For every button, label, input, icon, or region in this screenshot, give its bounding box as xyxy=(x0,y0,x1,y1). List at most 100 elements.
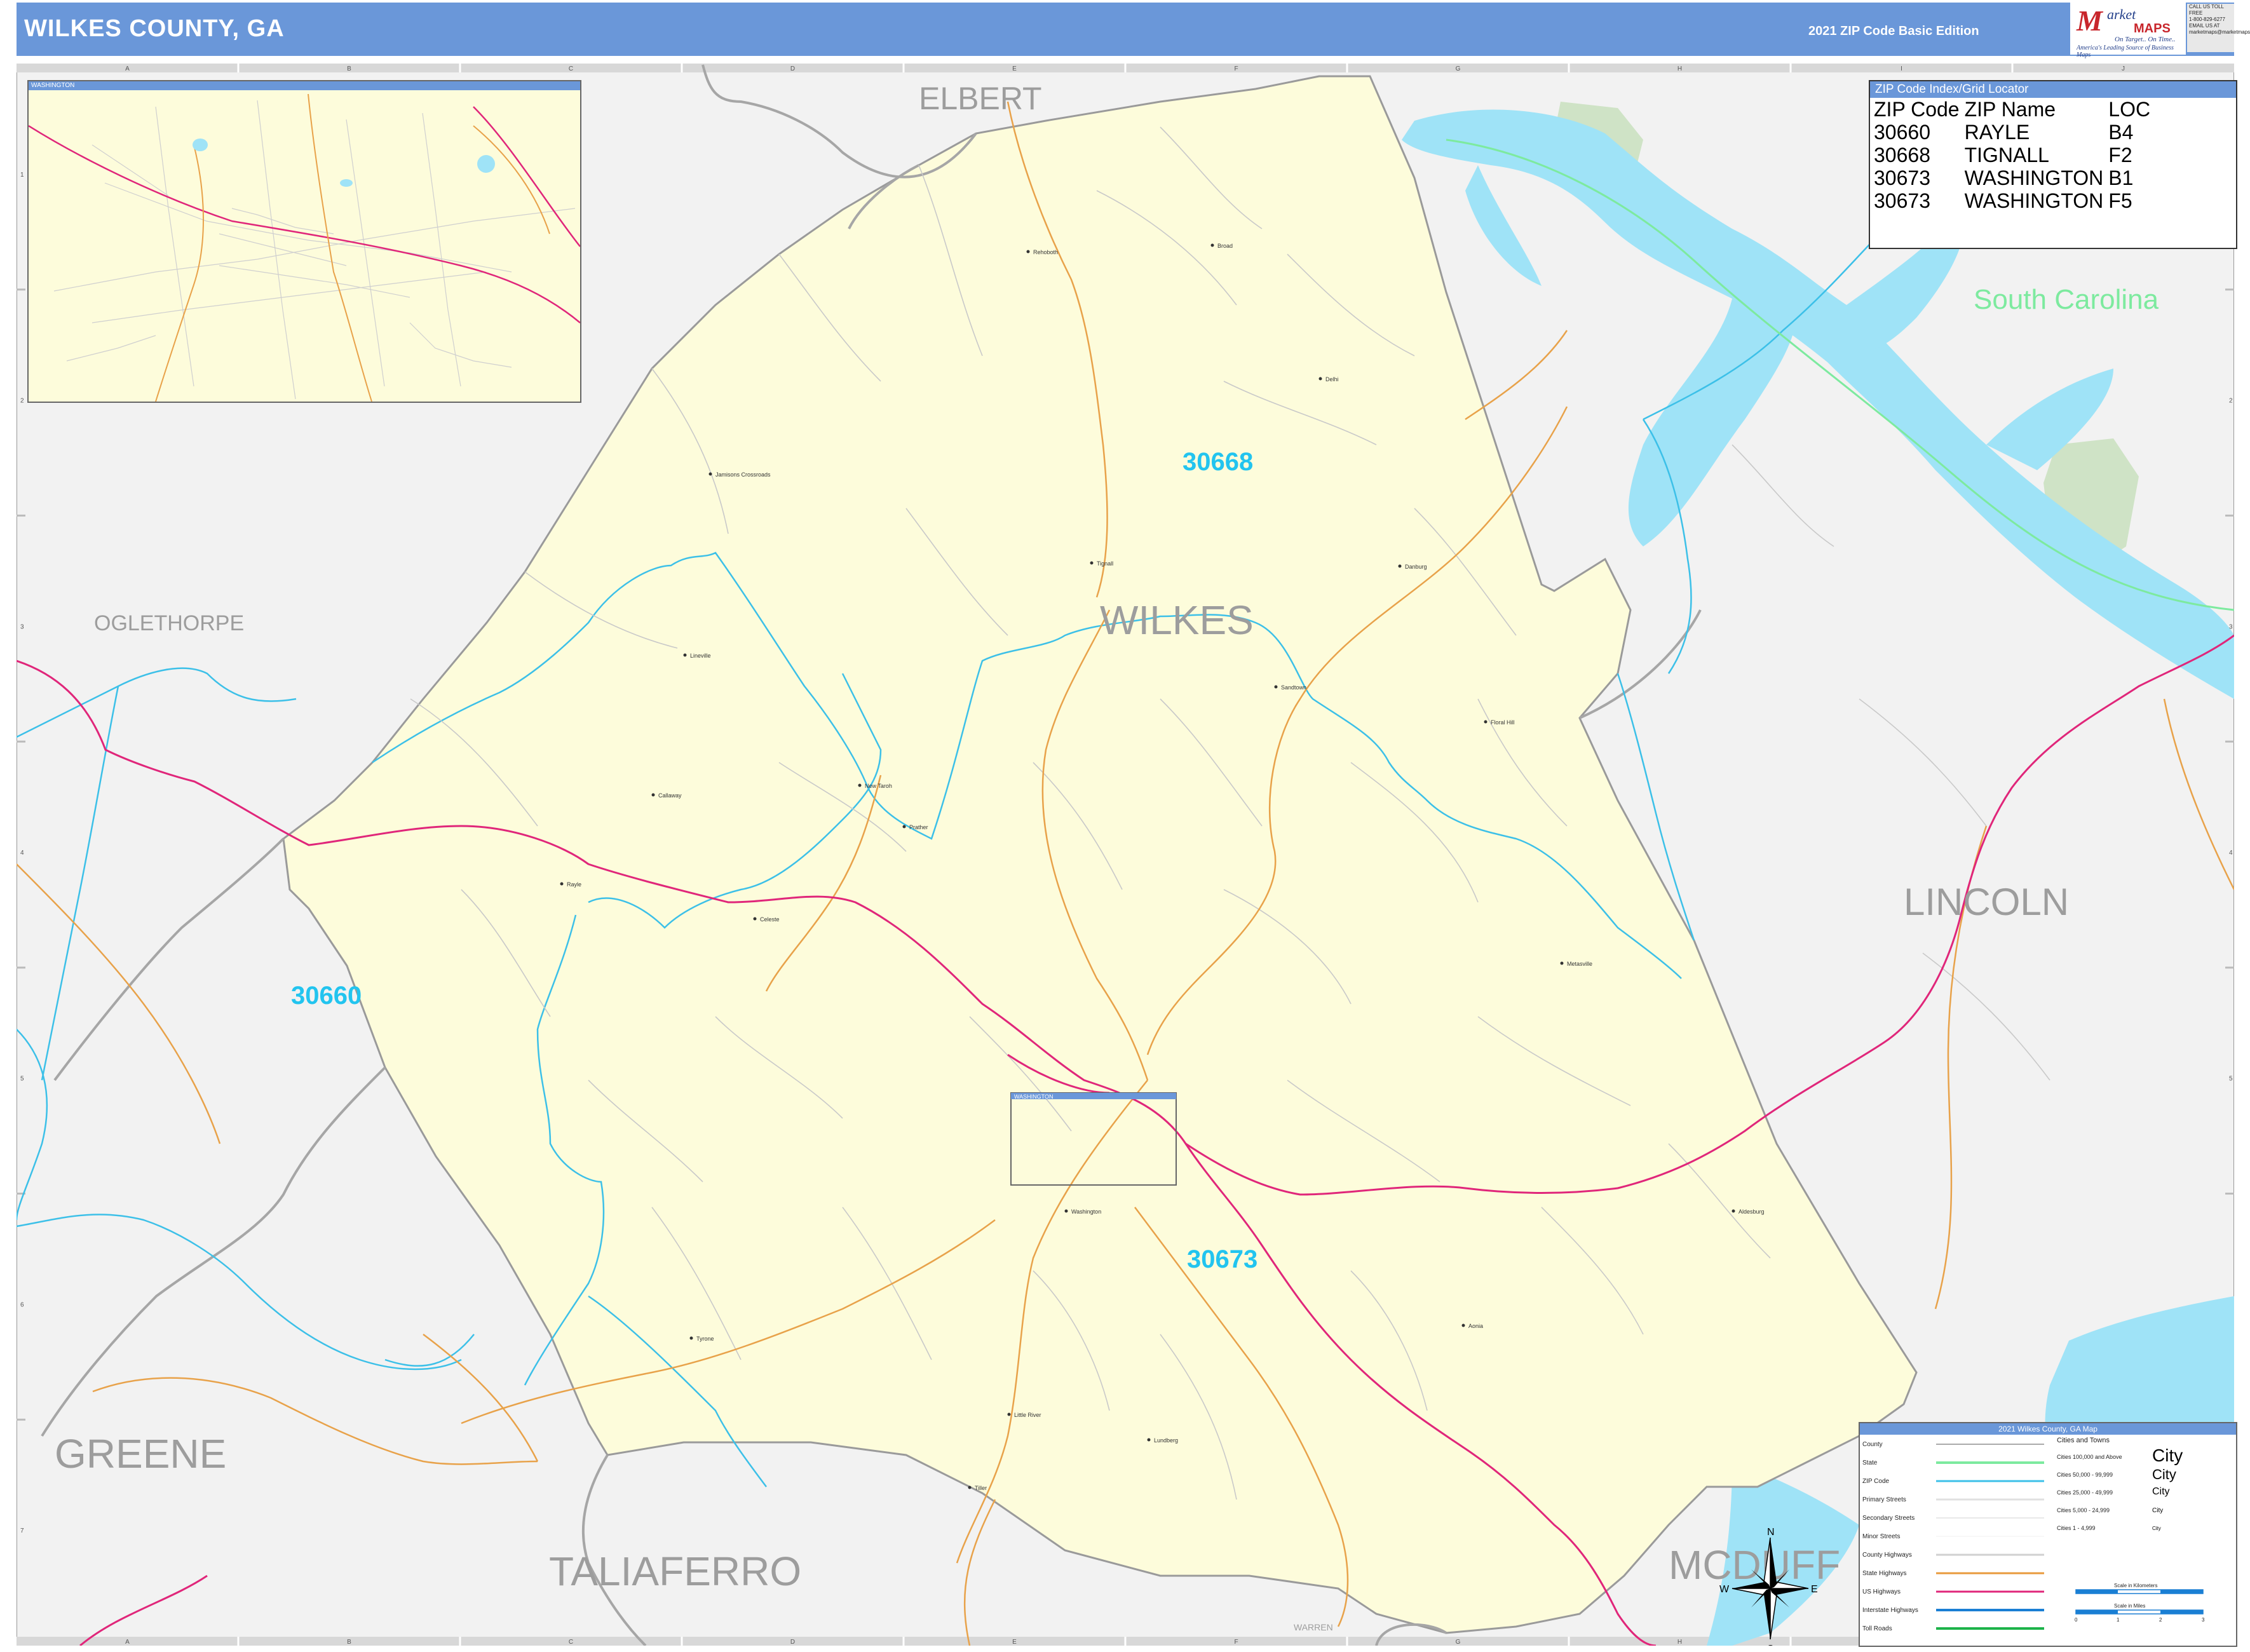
contact-line: 1-800-829-6277 xyxy=(2189,17,2225,22)
legend-item-label: Secondary Streets xyxy=(1862,1515,1915,1522)
zip-label-30668: 30668 xyxy=(1183,448,1253,476)
legend-city-sample: City xyxy=(2152,1446,2183,1465)
zip-index-header-row: ZIP Code ZIP Name LOC xyxy=(1873,98,2154,121)
edition-label: 2021 ZIP Code Basic Edition xyxy=(1808,24,1979,38)
grid-column-label: A xyxy=(125,1639,130,1646)
zip-label-30660: 30660 xyxy=(291,982,362,1010)
inset-street xyxy=(422,112,461,387)
place-label-broad: Broad xyxy=(1217,243,1233,249)
legend-item-label: State Highways xyxy=(1862,1570,1906,1577)
place-label-little-river: Little River xyxy=(1014,1412,1041,1418)
place-label-tyrone: Tyrone xyxy=(696,1336,714,1342)
legend-title: 2021 Wilkes County, GA Map xyxy=(1860,1423,2236,1435)
zip-index-col-header: ZIP Name xyxy=(1964,98,2056,121)
place-dot xyxy=(1026,250,1030,254)
legend-item-label: County xyxy=(1862,1441,1883,1448)
place-dot xyxy=(1461,1324,1465,1327)
place-dot xyxy=(1090,561,1094,565)
place-dot xyxy=(1732,1209,1735,1213)
logo-arket: arket xyxy=(2107,6,2136,22)
place-dot xyxy=(708,472,712,476)
legend-item-label: US Highways xyxy=(1862,1588,1901,1595)
scale-tick: 1 xyxy=(2117,1617,2120,1623)
inset-street xyxy=(66,335,156,362)
zip-index-cell: B4 xyxy=(2108,121,2134,144)
place-label-jamisons: Jamisons Crossroads xyxy=(715,471,771,478)
compass-e: E xyxy=(1811,1584,1818,1595)
place-dot xyxy=(968,1486,972,1489)
grid-row-label: 3 xyxy=(20,623,24,630)
zip-index-cell: WASHINGTON xyxy=(1964,189,2104,212)
place-label-floral-hill: Floral Hill xyxy=(1491,719,1515,726)
legend-item-label: Primary Streets xyxy=(1862,1496,1906,1503)
grid-row-label: 4 xyxy=(20,850,24,856)
legend-city-sample: City xyxy=(2152,1507,2163,1514)
county-label-greene: GREENE xyxy=(55,1431,226,1477)
state-label-south-carolina: South Carolina xyxy=(1974,284,2159,315)
zip-index-cell: 30668 xyxy=(1874,144,1930,166)
place-label-aldesburg: Aldesburg xyxy=(1738,1209,1765,1215)
place-dot xyxy=(858,783,862,787)
inset-street xyxy=(219,233,347,266)
county-label-warren: WARREN xyxy=(1294,1622,1333,1632)
inset-pond xyxy=(193,139,208,151)
place-label-danburg: Danburg xyxy=(1405,564,1427,570)
county-label-elbert: ELBERT xyxy=(919,81,1042,116)
place-label-celeste: Celeste xyxy=(760,916,780,923)
inset-us-highway xyxy=(29,125,580,323)
legend-item-label: State xyxy=(1862,1459,1878,1466)
legend-city-classes: Cities 100,000 and Above City Cities 50,00… xyxy=(2057,1446,2183,1531)
grid-row-label: 7 xyxy=(20,1527,24,1534)
logo-tagline: On Target.. On Time.. xyxy=(2115,36,2176,43)
map-title: WILKES COUNTY, GA xyxy=(24,15,285,42)
map-header: WILKES COUNTY, GA 2021 ZIP Code Basic Ed… xyxy=(17,3,2234,56)
grid-column-label: H xyxy=(1677,1639,1682,1646)
legend-scale-bars: Scale in Kilometers Scale in Miles 0 1 2… xyxy=(2075,1583,2205,1623)
scale-mi-fill xyxy=(2076,1610,2118,1614)
place-label-metasville: Metasville xyxy=(1567,961,1592,967)
place-dot xyxy=(1064,1209,1068,1213)
scale-km-fill xyxy=(2160,1590,2203,1594)
place-dot xyxy=(689,1336,693,1340)
zip-index-row: 30668 TIGNALL F2 xyxy=(1873,144,2154,166)
grid-column-label: I xyxy=(1901,65,1902,72)
grid-row-label: 6 xyxy=(20,1301,24,1308)
place-dot xyxy=(683,653,687,657)
grid-column-label: H xyxy=(1677,65,1682,72)
legend-city-class: Cities 5,000 - 24,999 xyxy=(2057,1507,2110,1513)
zip-code-index-panel: ZIP Code Index/Grid Locator ZIP Code ZIP… xyxy=(1869,80,2237,249)
logo-maps: MAPS xyxy=(2134,22,2171,36)
grid-column-label: B xyxy=(347,65,351,72)
county-label-wilkes: WILKES xyxy=(1100,597,1254,643)
place-label-new-taroh: New Taroh xyxy=(865,783,892,789)
grid-row-label: 5 xyxy=(2229,1076,2233,1083)
grid-column-label: G xyxy=(1456,65,1461,72)
inset-street xyxy=(91,144,169,196)
logo-m: M xyxy=(2077,4,2103,37)
place-dot xyxy=(1560,961,1564,965)
place-label-rehoboth: Rehoboth xyxy=(1033,249,1058,255)
legend-city-sample: City xyxy=(2152,1486,2170,1497)
scale-tick: 2 xyxy=(2159,1617,2162,1623)
place-label-tignall: Tignall xyxy=(1097,560,1113,567)
zip-index-col-header: ZIP Code xyxy=(1874,98,1960,121)
inset-street xyxy=(346,119,385,387)
inset-street xyxy=(155,106,194,387)
washington-inset-map[interactable]: WASHINGTON xyxy=(27,80,581,403)
place-dot xyxy=(651,793,655,797)
legend-item-label: Interstate Highways xyxy=(1862,1607,1918,1614)
legend-item-label: Toll Roads xyxy=(1862,1625,1892,1632)
zip-index-cell: 30673 xyxy=(1874,166,1930,189)
grid-row-label: 5 xyxy=(20,1076,24,1083)
compass-w: W xyxy=(1719,1584,1730,1595)
logo-subtagline: America's Leading Source of Business Map… xyxy=(2077,44,2174,58)
inset-street xyxy=(91,271,487,323)
grid-column-label: C xyxy=(569,1639,573,1646)
legend-cities-title: Cities and Towns xyxy=(2057,1437,2110,1444)
contact-line: CALL US TOLL FREE xyxy=(2189,4,2224,16)
legend-item-label: ZIP Code xyxy=(1862,1478,1889,1485)
zip-index-table: ZIP Code ZIP Name LOC 30660 RAYLE B4 306… xyxy=(1873,98,2154,212)
place-dot xyxy=(560,882,564,886)
legend-item-label: County Highways xyxy=(1862,1552,1912,1559)
place-label-lineville: Lineville xyxy=(690,653,711,659)
